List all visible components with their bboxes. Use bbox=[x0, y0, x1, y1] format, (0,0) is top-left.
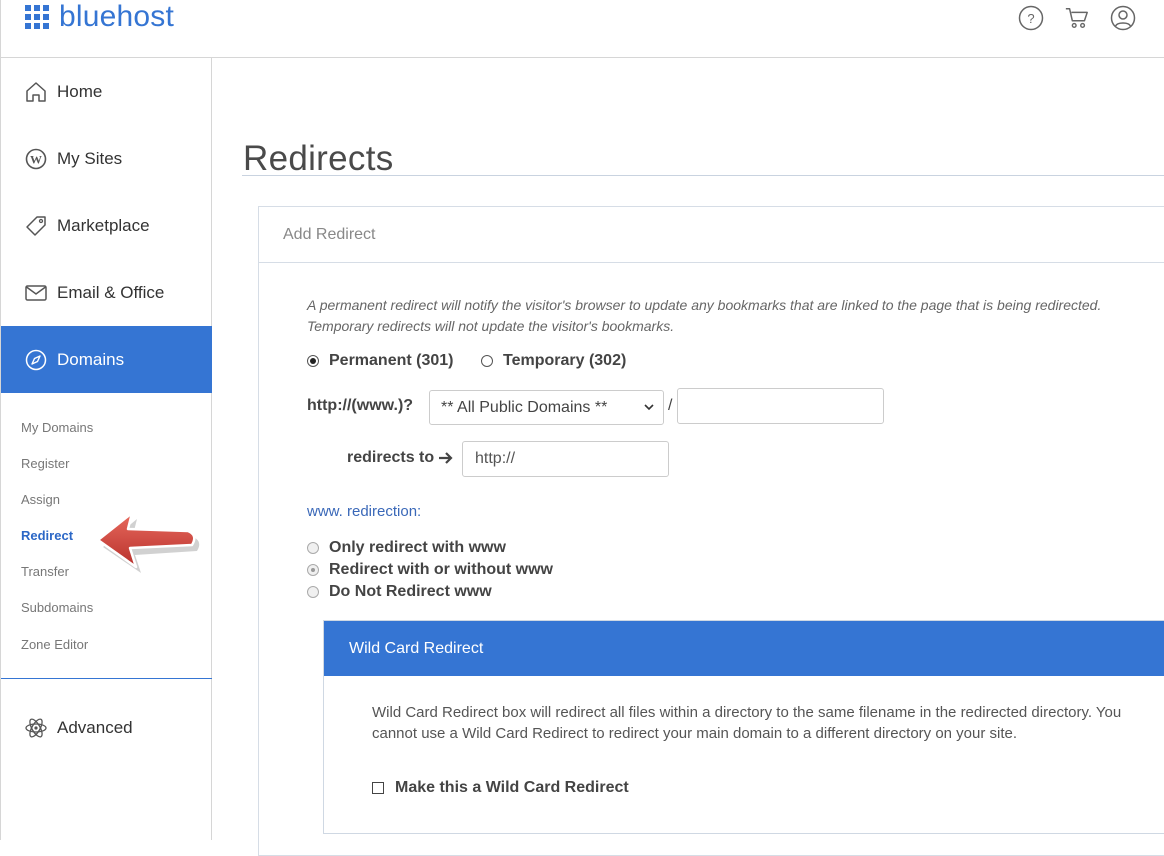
subnav-my-domains[interactable]: My Domains bbox=[21, 420, 93, 435]
sidebar-item-label: My Sites bbox=[57, 148, 123, 168]
sidebar-item-label: Domains bbox=[57, 349, 125, 369]
radio-label: Temporary (302) bbox=[503, 352, 627, 369]
path-input[interactable] bbox=[677, 388, 884, 424]
atom-icon bbox=[24, 716, 48, 740]
arrow-right-icon bbox=[439, 452, 453, 464]
svg-text:?: ? bbox=[1027, 11, 1034, 26]
radio-button[interactable] bbox=[307, 355, 319, 367]
envelope-icon bbox=[24, 281, 48, 305]
path-separator: / bbox=[668, 397, 673, 414]
sidebar-item-label: Marketplace bbox=[57, 215, 150, 235]
checkbox-label: Make this a Wild Card Redirect bbox=[395, 779, 629, 796]
redirect-description: A permanent redirect will notify the vis… bbox=[307, 295, 1157, 337]
subnav-assign[interactable]: Assign bbox=[21, 492, 60, 507]
wildcard-heading: Wild Card Redirect bbox=[324, 621, 1164, 676]
radio-button[interactable] bbox=[481, 355, 493, 367]
sidebar-item-label: Advanced bbox=[57, 717, 133, 737]
radio-button[interactable] bbox=[307, 564, 319, 576]
sidebar-item-my-sites[interactable]: W My Sites bbox=[1, 125, 212, 192]
wildcard-description: Wild Card Redirect box will redirect all… bbox=[372, 704, 1122, 742]
radio-permanent[interactable]: Permanent (301) bbox=[307, 352, 454, 370]
logo-grid-icon bbox=[25, 5, 49, 29]
top-header: bluehost ? bbox=[0, 0, 1164, 58]
radio-with-or-without-www[interactable]: Redirect with or without www bbox=[307, 561, 553, 579]
sidebar-item-email-office[interactable]: Email & Office bbox=[1, 259, 212, 326]
wildcard-panel: Wild Card Redirect Wild Card Redirect bo… bbox=[323, 620, 1164, 834]
help-icon[interactable]: ? bbox=[1018, 5, 1044, 31]
wildcard-checkbox-row[interactable]: Make this a Wild Card Redirect bbox=[372, 779, 629, 797]
url-prefix-label: http://(www.)? bbox=[307, 397, 414, 414]
account-icon[interactable] bbox=[1110, 5, 1136, 31]
sidebar: Home W My Sites Marketplace Email & Offi… bbox=[0, 58, 212, 840]
description-line: A permanent redirect will notify the vis… bbox=[307, 297, 1102, 313]
redirect-target-input[interactable]: http:// bbox=[462, 441, 669, 477]
domain-select[interactable]: ** All Public Domains ** bbox=[429, 390, 664, 425]
radio-label: Do Not Redirect www bbox=[329, 583, 492, 600]
subnav-subdomains[interactable]: Subdomains bbox=[21, 600, 93, 615]
panel-heading: Add Redirect bbox=[259, 207, 1164, 263]
select-value: ** All Public Domains ** bbox=[441, 398, 608, 416]
radio-button[interactable] bbox=[307, 542, 319, 554]
subnav-redirect[interactable]: Redirect bbox=[21, 528, 73, 543]
sidebar-item-marketplace[interactable]: Marketplace bbox=[1, 192, 212, 259]
compass-icon bbox=[24, 348, 48, 372]
redirects-to-label: redirects to bbox=[347, 449, 454, 467]
radio-temporary[interactable]: Temporary (302) bbox=[481, 352, 626, 370]
chevron-down-icon bbox=[644, 404, 654, 411]
subnav-zone-editor[interactable]: Zone Editor bbox=[21, 637, 88, 652]
sidebar-item-home[interactable]: Home bbox=[1, 58, 212, 125]
sidebar-item-label: Email & Office bbox=[57, 282, 165, 302]
radio-label: Redirect with or without www bbox=[329, 561, 553, 578]
subnav-register[interactable]: Register bbox=[21, 456, 69, 471]
wildcard-checkbox[interactable] bbox=[372, 782, 384, 794]
home-icon bbox=[24, 80, 48, 104]
radio-only-www[interactable]: Only redirect with www bbox=[307, 539, 506, 557]
radio-button[interactable] bbox=[307, 586, 319, 598]
tag-icon bbox=[24, 214, 48, 238]
add-redirect-panel: Add Redirect A permanent redirect will n… bbox=[258, 206, 1164, 856]
sidebar-item-domains[interactable]: Domains bbox=[1, 326, 212, 393]
radio-label: Only redirect with www bbox=[329, 539, 506, 556]
sidebar-divider bbox=[1, 678, 212, 679]
sidebar-item-label: Home bbox=[57, 81, 103, 101]
svg-text:W: W bbox=[30, 152, 42, 166]
redirects-to-text: redirects to bbox=[347, 449, 435, 466]
sidebar-item-advanced[interactable]: Advanced bbox=[1, 694, 212, 761]
radio-do-not-redirect-www[interactable]: Do Not Redirect www bbox=[307, 583, 492, 601]
description-line: Temporary redirects will not update the … bbox=[307, 318, 675, 334]
cart-icon[interactable] bbox=[1064, 5, 1090, 31]
bluehost-logo[interactable]: bluehost bbox=[25, 2, 174, 32]
logo-text: bluehost bbox=[59, 0, 175, 33]
wordpress-icon: W bbox=[24, 147, 48, 171]
radio-label: Permanent (301) bbox=[329, 352, 454, 369]
page-title: Redirects bbox=[243, 139, 394, 179]
annotation-arrow-icon bbox=[96, 511, 200, 573]
title-divider bbox=[242, 175, 1164, 176]
subnav-transfer[interactable]: Transfer bbox=[21, 564, 69, 579]
www-redirection-label: www. redirection: bbox=[307, 503, 422, 520]
